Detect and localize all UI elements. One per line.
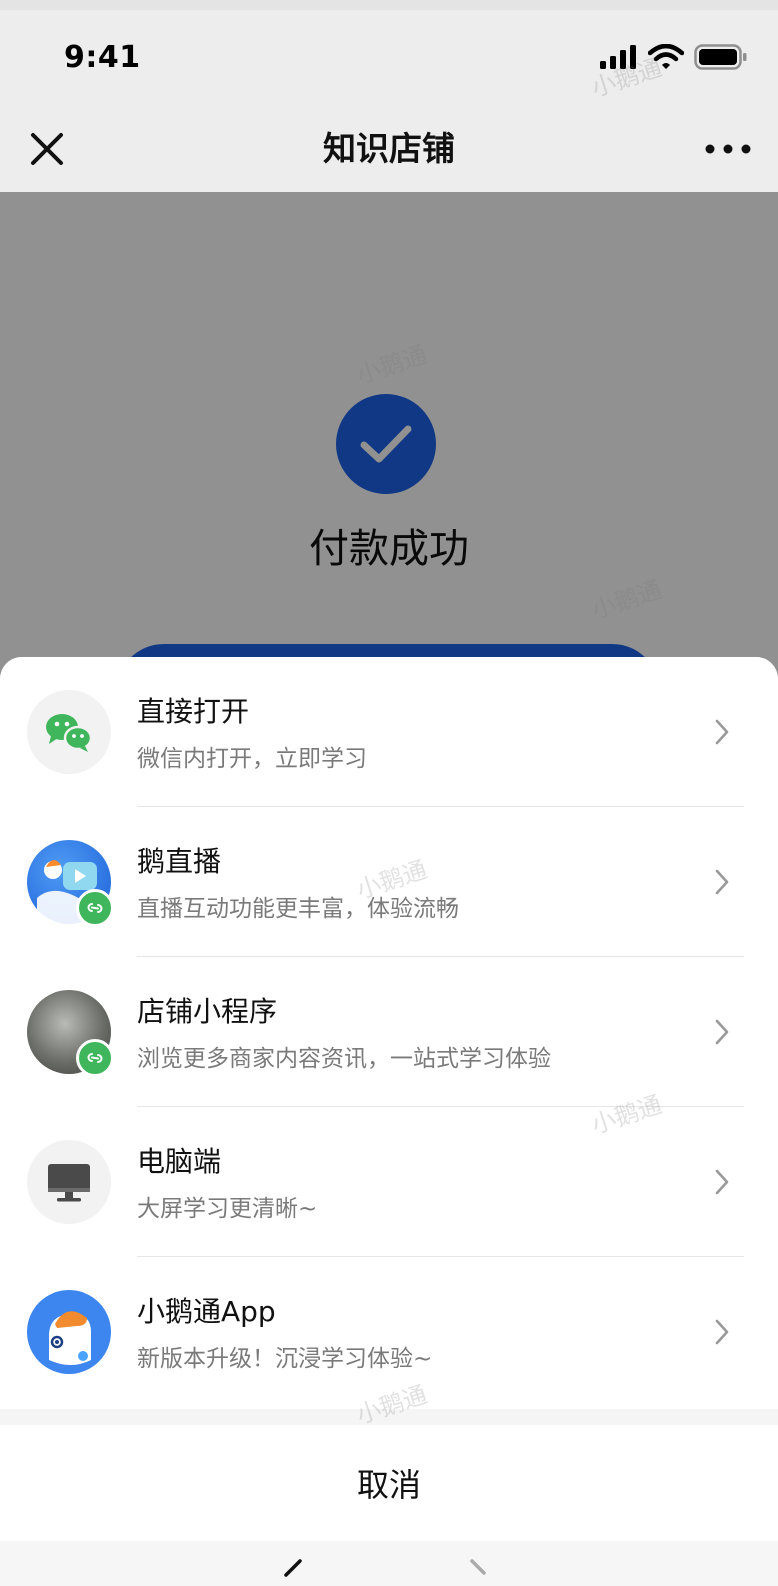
option-subtitle: 直播互动功能更丰富，体验流畅 [137,896,459,922]
browser-toolbar [0,1541,778,1586]
top-strip [0,0,778,10]
option-desktop[interactable]: 电脑端 大屏学习更清晰~ [0,1107,778,1257]
option-subtitle: 新版本升级！沉浸学习体验~ [137,1346,433,1372]
back-arrow-icon[interactable] [276,1559,306,1586]
option-subtitle: 浏览更多商家内容资讯，一站式学习体验 [137,1046,551,1072]
option-open-directly[interactable]: 直接打开 微信内打开，立即学习 [0,657,778,807]
option-xiaoe-app[interactable]: 小鹅通App 新版本升级！沉浸学习体验~ [0,1257,778,1407]
more-button[interactable] [700,128,756,170]
xiaoe-app-icon [27,1290,111,1374]
live-app-icon [27,840,114,927]
option-title: 直接打开 [137,695,250,728]
option-title: 小鹅通App [137,1295,276,1328]
signal-icon [600,45,636,69]
open-method-sheet: 直接打开 微信内打开，立即学习 鹅直播 直播互动功能更丰富，体验流畅 店铺小程序… [0,657,778,1586]
option-title: 店铺小程序 [137,995,278,1028]
option-subtitle: 微信内打开，立即学习 [137,746,367,772]
status-icons [600,44,748,70]
nav-bar: 知识店铺 [0,106,778,192]
chevron-right-icon [715,1169,729,1195]
option-live-app[interactable]: 鹅直播 直播互动功能更丰富，体验流畅 [0,807,778,957]
chevron-right-icon [715,1019,729,1045]
option-title: 电脑端 [137,1145,222,1178]
battery-icon [694,44,747,70]
status-bar: 9:41 [0,10,778,106]
cancel-button[interactable]: 取消 [0,1425,778,1541]
mini-program-badge-icon [76,889,114,927]
page-title: 知识店铺 [323,129,455,168]
option-subtitle: 大屏学习更清晰~ [137,1196,318,1222]
chevron-right-icon [715,719,729,745]
wechat-icon [27,690,111,774]
forward-arrow-icon[interactable] [466,1559,496,1586]
mini-program-icon [27,990,114,1077]
mini-program-badge-icon [76,1039,114,1077]
desktop-icon [27,1140,111,1224]
option-list: 直接打开 微信内打开，立即学习 鹅直播 直播互动功能更丰富，体验流畅 店铺小程序… [0,657,778,1409]
wifi-icon [648,44,684,69]
more-icon [705,144,751,154]
sheet-separator [0,1409,778,1425]
chevron-right-icon [715,869,729,895]
chevron-right-icon [715,1319,729,1345]
status-time: 9:41 [64,40,141,75]
option-store-mini-program[interactable]: 店铺小程序 浏览更多商家内容资讯，一站式学习体验 [0,957,778,1107]
option-title: 鹅直播 [137,845,222,878]
